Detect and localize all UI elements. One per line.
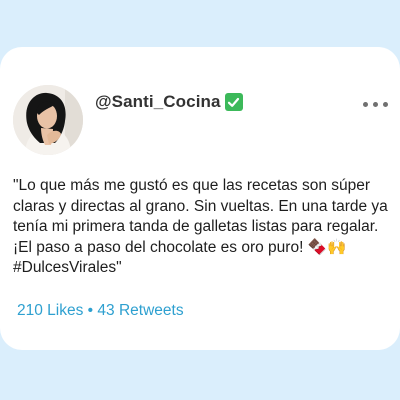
avatar-photo [13, 85, 83, 155]
stats-separator: • [87, 302, 94, 319]
retweets-count[interactable]: 43 Retweets [97, 302, 183, 319]
more-horizontal-icon[interactable] [363, 102, 388, 107]
avatar[interactable] [13, 85, 83, 155]
likes-count[interactable]: 210 Likes [17, 302, 83, 319]
post-card: @Santi_Cocina "Lo que más me gustó es qu… [0, 47, 400, 350]
author-row: @Santi_Cocina [95, 92, 243, 112]
post-text: "Lo que más me gustó es que las recetas … [13, 177, 388, 276]
check-mark-button-icon [224, 93, 243, 111]
author-handle[interactable]: @Santi_Cocina [95, 92, 221, 112]
post-stats: 210 Likes • 43 Retweets [17, 302, 184, 320]
